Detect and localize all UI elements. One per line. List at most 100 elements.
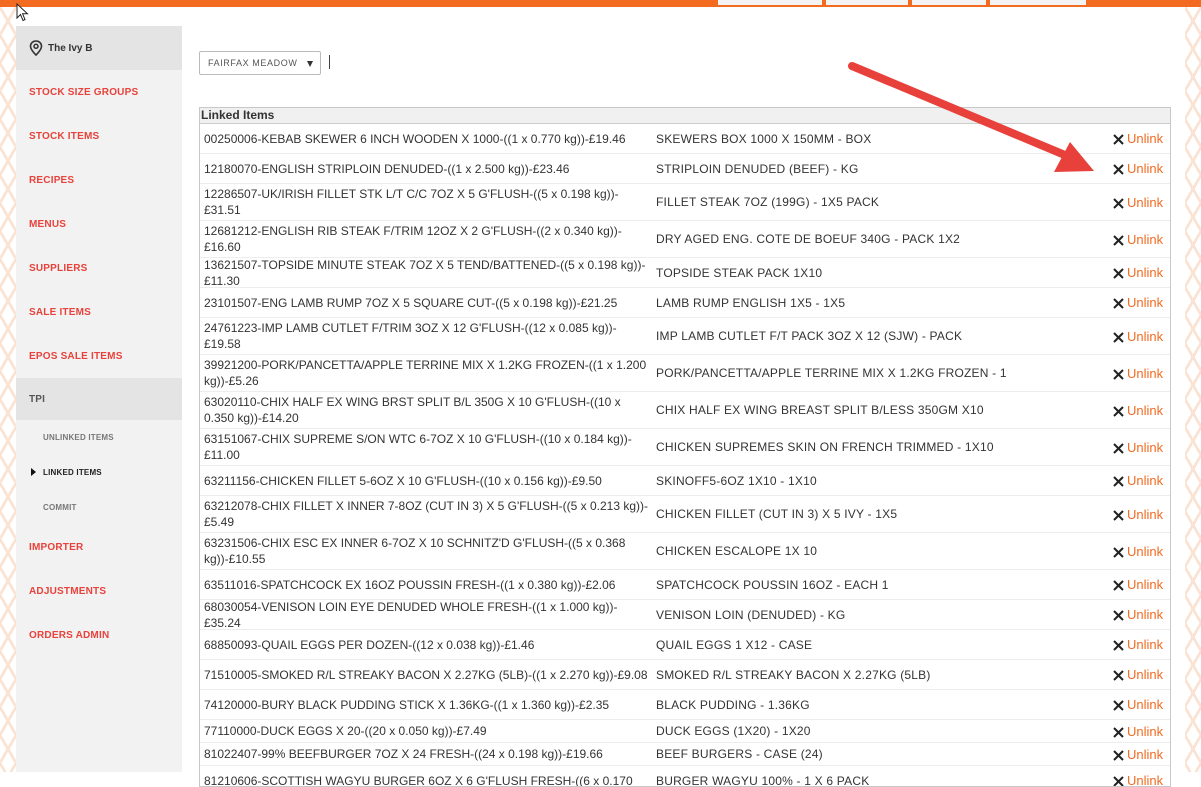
supplier-item-cell: 63151067-CHIX SUPREME S/ON WTC 6-7OZ X 1… — [200, 431, 652, 463]
unlink-button[interactable]: Unlink — [1104, 607, 1170, 622]
supplier-item-cell: 63211156-CHICKEN FILLET 5-6OZ X 10 G'FLU… — [200, 473, 652, 489]
nav-item-recipes[interactable]: RECIPES — [16, 158, 182, 202]
unlink-button[interactable]: Unlink — [1104, 577, 1170, 592]
nav-item-orders-admin[interactable]: ORDERS ADMIN — [16, 613, 182, 657]
table-row: 63511016-SPATCHCOCK EX 16OZ POUSSIN FRES… — [200, 570, 1170, 600]
supplier-item-cell: 63212078-CHIX FILLET X INNER 7-8OZ (CUT … — [200, 498, 652, 530]
table-row: 39921200-PORK/PANCETTA/APPLE TERRINE MIX… — [200, 355, 1170, 392]
table-row: 24761223-IMP LAMB CUTLET F/TRIM 3OZ X 12… — [200, 318, 1170, 355]
close-icon — [1113, 134, 1124, 145]
unlink-button[interactable]: Unlink — [1104, 724, 1170, 739]
close-icon — [1113, 547, 1124, 558]
unlink-label: Unlink — [1127, 667, 1163, 682]
unlink-button[interactable]: Unlink — [1104, 161, 1170, 176]
top-tab[interactable] — [912, 0, 986, 5]
stock-item-cell: DRY AGED ENG. COTE DE BOEUF 340G - PACK … — [652, 232, 1104, 246]
supplier-item-cell: 77110000-DUCK EGGS X 20-((20 x 0.050 kg)… — [200, 723, 652, 739]
unlink-button[interactable]: Unlink — [1104, 195, 1170, 210]
table-row: 71510005-SMOKED R/L STREAKY BACON X 2.27… — [200, 660, 1170, 690]
close-icon — [1113, 332, 1124, 343]
nav-item-menus[interactable]: MENUS — [16, 202, 182, 246]
close-icon — [1113, 198, 1124, 209]
top-tab[interactable] — [990, 0, 1086, 5]
top-tab[interactable] — [718, 0, 822, 5]
stock-item-cell: PORK/PANCETTA/APPLE TERRINE MIX X 1.2KG … — [652, 366, 1104, 380]
location-pin-icon — [28, 40, 44, 56]
supplier-item-cell: 12681212-ENGLISH RIB STEAK F/TRIM 12OZ X… — [200, 223, 652, 255]
unlink-button[interactable]: Unlink — [1104, 440, 1170, 455]
location-selector[interactable]: The Ivy B — [16, 26, 182, 70]
nav-item-importer[interactable]: IMPORTER — [16, 525, 182, 569]
top-bar — [0, 0, 1201, 7]
stock-item-cell: LAMB RUMP ENGLISH 1X5 - 1X5 — [652, 296, 1104, 310]
close-icon — [1113, 235, 1124, 246]
background-pattern — [0, 7, 16, 772]
unlink-button[interactable]: Unlink — [1104, 637, 1170, 652]
unlink-label: Unlink — [1127, 724, 1163, 739]
caret-right-icon — [31, 468, 36, 476]
unlink-label: Unlink — [1127, 265, 1163, 280]
unlink-label: Unlink — [1127, 577, 1163, 592]
unlink-button[interactable]: Unlink — [1104, 697, 1170, 712]
nav-item-suppliers[interactable]: SUPPLIERS — [16, 246, 182, 290]
supplier-item-cell: 12286507-UK/IRISH FILLET STK L/T C/C 7OZ… — [200, 186, 652, 218]
supplier-item-cell: 13621507-TOPSIDE MINUTE STEAK 7OZ X 5 TE… — [200, 257, 652, 289]
location-name: The Ivy B — [48, 43, 92, 54]
table-row: 74120000-BURY BLACK PUDDING STICK X 1.36… — [200, 690, 1170, 720]
table-row: 81022407-99% BEEFBURGER 7OZ X 24 FRESH-(… — [200, 743, 1170, 766]
unlink-button[interactable]: Unlink — [1104, 773, 1170, 787]
close-icon — [1113, 443, 1124, 454]
unlink-button[interactable]: Unlink — [1104, 232, 1170, 247]
nav-subitem-commit[interactable]: COMMIT — [16, 490, 182, 525]
unlink-button[interactable]: Unlink — [1104, 747, 1170, 762]
unlink-button[interactable]: Unlink — [1104, 473, 1170, 488]
unlink-button[interactable]: Unlink — [1104, 131, 1170, 146]
unlink-button[interactable]: Unlink — [1104, 295, 1170, 310]
table-row: 63020110-CHIX HALF EX WING BRST SPLIT B/… — [200, 392, 1170, 429]
unlink-button[interactable]: Unlink — [1104, 329, 1170, 344]
unlink-label: Unlink — [1127, 773, 1163, 787]
close-icon — [1113, 580, 1124, 591]
nav-item-sale-items[interactable]: SALE ITEMS — [16, 290, 182, 334]
table-body: 00250006-KEBAB SKEWER 6 INCH WOODEN X 10… — [200, 124, 1170, 787]
nav-item-tpi[interactable]: TPI — [16, 378, 182, 420]
supplier-item-cell: 23101507-ENG LAMB RUMP 7OZ X 5 SQUARE CU… — [200, 295, 652, 311]
unlink-button[interactable]: Unlink — [1104, 544, 1170, 559]
supplier-item-cell: 68850093-QUAIL EGGS PER DOZEN-((12 x 0.0… — [200, 637, 652, 653]
supplier-item-cell: 81210606-SCOTTISH WAGYU BURGER 6OZ X 6 G… — [200, 773, 652, 787]
unlink-label: Unlink — [1127, 131, 1163, 146]
unlink-label: Unlink — [1127, 366, 1163, 381]
supplier-select-value: FAIRFAX MEADOW — [208, 58, 297, 68]
nav-item-stock-items[interactable]: STOCK ITEMS — [16, 114, 182, 158]
supplier-select[interactable]: FAIRFAX MEADOW — [199, 51, 321, 75]
unlink-button[interactable]: Unlink — [1104, 265, 1170, 280]
table-row: 23101507-ENG LAMB RUMP 7OZ X 5 SQUARE CU… — [200, 288, 1170, 318]
close-icon — [1113, 610, 1124, 621]
close-icon — [1113, 670, 1124, 681]
supplier-item-cell: 24761223-IMP LAMB CUTLET F/TRIM 3OZ X 12… — [200, 320, 652, 352]
stock-item-cell: STRIPLOIN DENUDED (BEEF) - KG — [652, 162, 1104, 176]
nav-subitem-unlinked-items[interactable]: UNLINKED ITEMS — [16, 420, 182, 455]
unlink-label: Unlink — [1127, 195, 1163, 210]
table-row: 81210606-SCOTTISH WAGYU BURGER 6OZ X 6 G… — [200, 766, 1170, 787]
table-row: 00250006-KEBAB SKEWER 6 INCH WOODEN X 10… — [200, 124, 1170, 154]
stock-item-cell: IMP LAMB CUTLET F/T PACK 3OZ X 12 (SJW) … — [652, 329, 1104, 343]
sidebar: The Ivy B STOCK SIZE GROUPS STOCK ITEMS … — [16, 26, 182, 772]
unlink-button[interactable]: Unlink — [1104, 507, 1170, 522]
nav-subitem-linked-items[interactable]: LINKED ITEMS — [16, 455, 182, 490]
nav-item-stock-size-groups[interactable]: STOCK SIZE GROUPS — [16, 70, 182, 114]
nav-item-epos-sale-items[interactable]: EPOS SALE ITEMS — [16, 334, 182, 378]
unlink-button[interactable]: Unlink — [1104, 667, 1170, 682]
nav-item-adjustments[interactable]: ADJUSTMENTS — [16, 569, 182, 613]
unlink-button[interactable]: Unlink — [1104, 403, 1170, 418]
supplier-item-cell: 68030054-VENISON LOIN EYE DENUDED WHOLE … — [200, 599, 652, 631]
unlink-button[interactable]: Unlink — [1104, 366, 1170, 381]
table-row: 12681212-ENGLISH RIB STEAK F/TRIM 12OZ X… — [200, 221, 1170, 258]
close-icon — [1113, 510, 1124, 521]
stock-item-cell: FILLET STEAK 7OZ (199G) - 1X5 PACK — [652, 195, 1104, 209]
top-tab[interactable] — [826, 0, 908, 5]
stock-item-cell: CHIX HALF EX WING BREAST SPLIT B/LESS 35… — [652, 403, 1104, 417]
close-icon — [1113, 640, 1124, 651]
unlink-label: Unlink — [1127, 544, 1163, 559]
table-row: 63211156-CHICKEN FILLET 5-6OZ X 10 G'FLU… — [200, 466, 1170, 496]
